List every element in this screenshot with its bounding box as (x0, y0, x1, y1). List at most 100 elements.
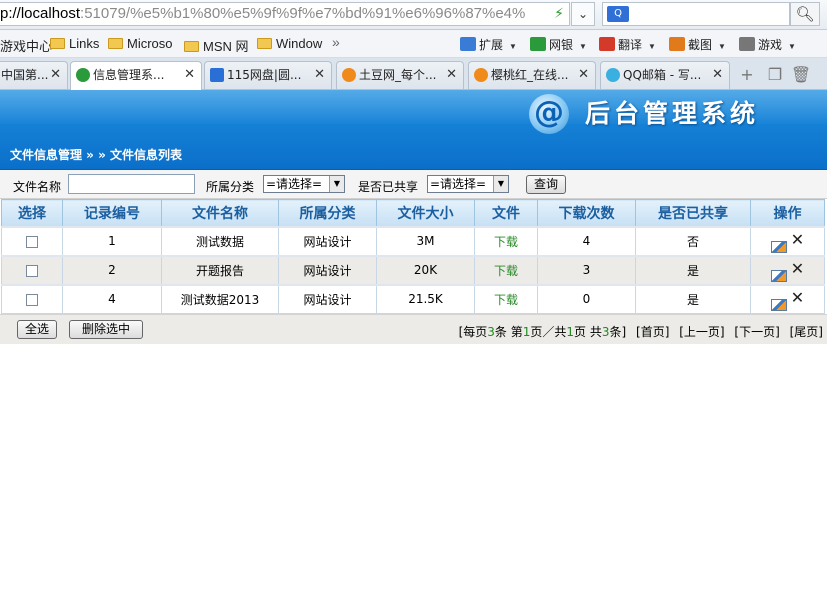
row-checkbox[interactable] (26, 264, 38, 277)
prev-page-link[interactable]: [上一页] (679, 325, 724, 339)
tab-tudou[interactable]: 土豆网_每个... ✕ (336, 61, 464, 89)
row-checkbox[interactable] (26, 293, 38, 306)
category-label: 所属分类 (206, 180, 255, 194)
download-link[interactable]: 下载 (494, 264, 518, 278)
close-icon[interactable]: ✕ (578, 62, 589, 88)
download-link[interactable]: 下载 (494, 293, 518, 307)
close-icon[interactable]: ✕ (314, 62, 325, 88)
cell-file-size: 3M (376, 225, 475, 256)
download-link[interactable]: 下载 (494, 235, 518, 249)
screenshot-icon (669, 37, 685, 51)
close-icon[interactable]: ✕ (184, 62, 195, 88)
col-record-id: 记录编号 (62, 199, 162, 227)
tool-screenshot[interactable]: 截图 ▼ (669, 36, 726, 53)
app-header: @ 后台管理系统 文件信息管理 » » 文件信息列表 (0, 90, 827, 170)
cell-shared: 是 (635, 283, 751, 314)
table-footer: 全选 删除选中 [每页3条 第1页／共1页 共3条] [首页] [上一页] [下… (0, 314, 827, 344)
tool-translate[interactable]: 翻译 ▼ (599, 36, 656, 53)
table-row: 4 测试数据2013 网站设计 21.5K 下载 0 是 ✕ (1, 283, 825, 314)
address-bar: p://localhost:51079/%e5%b1%80%e5%9f%9f%e… (0, 0, 827, 30)
row-checkbox[interactable] (26, 235, 38, 248)
bank-shield-icon (530, 37, 546, 51)
col-category: 所属分类 (278, 199, 377, 227)
restore-tabs-icon[interactable]: ❐ (764, 64, 786, 86)
breadcrumb: 文件信息管理 » » 文件信息列表 (10, 148, 183, 162)
close-icon[interactable]: ✕ (712, 62, 723, 88)
col-file-size: 文件大小 (376, 199, 475, 227)
tab-info-management[interactable]: 信息管理系... ✕ (70, 61, 202, 90)
tool-online-bank[interactable]: 网银 ▼ (530, 36, 587, 53)
shared-label: 是否已共享 (358, 180, 419, 194)
first-page-link[interactable]: [首页] (636, 325, 669, 339)
search-engine-icon[interactable]: Q (607, 6, 629, 22)
delete-selected-button[interactable]: 删除选中 (69, 320, 143, 339)
close-icon[interactable]: ✕ (50, 62, 61, 88)
close-icon[interactable]: ✕ (446, 62, 457, 88)
tab-115-disk[interactable]: 115网盘|圆... ✕ (204, 61, 332, 89)
favorite-windows[interactable]: Window (257, 36, 322, 51)
tool-extensions[interactable]: 扩展 ▼ (460, 36, 517, 53)
favorite-microsoft[interactable]: Microso (108, 36, 173, 51)
cell-downloads: 3 (537, 254, 636, 285)
select-all-button[interactable]: 全选 (17, 320, 57, 339)
next-page-link[interactable]: [下一页] (734, 325, 779, 339)
folder-icon (108, 38, 123, 49)
per-page-count: 3 (487, 325, 495, 339)
chevron-down-icon: ▼ (493, 176, 508, 192)
search-input[interactable]: Q (602, 2, 790, 26)
pagination: [每页3条 第1页／共1页 共3条] [首页] [上一页] [下一页] [尾页] (458, 325, 823, 339)
at-logo-icon: @ (529, 94, 569, 134)
extensions-icon (460, 37, 476, 51)
favorite-links[interactable]: Links (50, 36, 99, 51)
cell-downloads: 0 (537, 283, 636, 314)
delete-icon[interactable]: ✕ (791, 230, 804, 249)
system-title: 后台管理系统 (585, 99, 760, 128)
chevron-down-icon: ▼ (329, 176, 344, 192)
favorite-msn[interactable]: MSN 网 (184, 36, 249, 55)
query-button[interactable]: 查询 (526, 175, 566, 194)
new-tab-icon[interactable]: + (736, 64, 758, 86)
folder-icon (50, 38, 65, 49)
favorite-game-center[interactable]: 游戏中心 (0, 36, 52, 55)
translate-icon (599, 37, 615, 51)
col-select: 选择 (1, 199, 63, 227)
tab-cherry[interactable]: 樱桃红_在线... ✕ (468, 61, 596, 89)
speed-mode-icon[interactable]: ⚡ (550, 4, 568, 24)
url-dropdown-button[interactable]: ⌄ (571, 2, 595, 26)
folder-icon (257, 38, 272, 49)
edit-icon[interactable] (770, 269, 787, 282)
col-actions: 操作 (750, 199, 825, 227)
tab-qq-mail[interactable]: QQ邮箱 - 写... ✕ (600, 61, 730, 89)
edit-icon[interactable] (770, 298, 787, 311)
cell-file-name: 测试数据 (161, 225, 279, 256)
category-select[interactable]: =请选择= ▼ (263, 175, 345, 193)
total-pages: 1 (566, 325, 575, 339)
filter-bar: 文件名称 所属分类 =请选择= ▼ 是否已共享 =请选择= ▼ 查询 (0, 170, 827, 199)
delete-icon[interactable]: ✕ (791, 288, 804, 307)
gamepad-icon (739, 37, 755, 51)
table-row: 2 开题报告 网站设计 20K 下载 3 是 ✕ (1, 254, 825, 285)
shared-select[interactable]: =请选择= ▼ (427, 175, 509, 193)
last-page-link[interactable]: [尾页] (790, 325, 823, 339)
col-downloads: 下载次数 (537, 199, 636, 227)
delete-icon[interactable]: ✕ (791, 259, 804, 278)
cell-file-name: 开题报告 (161, 254, 279, 285)
col-shared: 是否已共享 (635, 199, 751, 227)
tudou-icon (342, 68, 356, 82)
edit-icon[interactable] (770, 240, 787, 253)
file-table: 选择 记录编号 文件名称 所属分类 文件大小 文件 下载次数 是否已共享 操作 … (1, 199, 825, 314)
trash-icon[interactable]: 🗑︎ (790, 64, 812, 86)
file-name-input[interactable] (68, 174, 195, 194)
favorites-overflow-icon[interactable]: » (332, 34, 340, 50)
cell-record-id: 4 (62, 283, 162, 314)
cell-category: 网站设计 (278, 283, 377, 314)
tool-games[interactable]: 游戏 ▼ (739, 36, 796, 53)
table-row: 1 测试数据 网站设计 3M 下载 4 否 ✕ (1, 225, 825, 256)
col-file-name: 文件名称 (161, 199, 279, 227)
search-icon[interactable]: 🔍︎ (790, 2, 820, 26)
cell-record-id: 2 (62, 254, 162, 285)
cell-category: 网站设计 (278, 225, 377, 256)
cell-downloads: 4 (537, 225, 636, 256)
url-field[interactable]: p://localhost:51079/%e5%b1%80%e5%9f%9f%e… (0, 2, 570, 26)
tab-china[interactable]: 中国第... ✕ (0, 61, 68, 89)
